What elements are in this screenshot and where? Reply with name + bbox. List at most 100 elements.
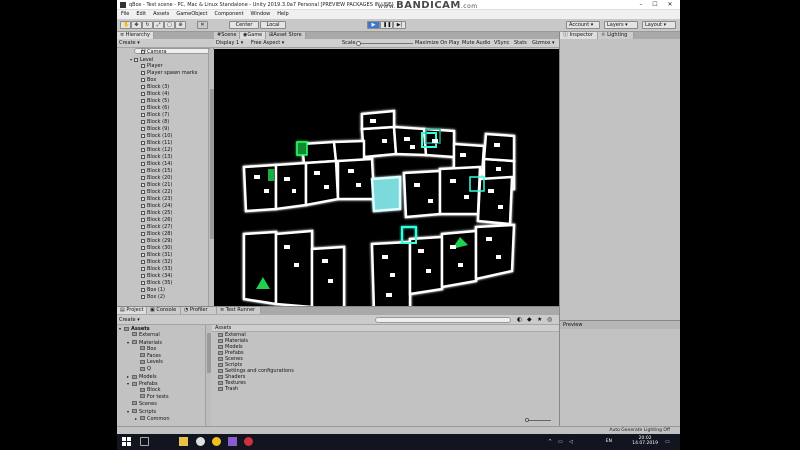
hierarchy-item[interactable]: Block (30)	[117, 245, 208, 252]
project-folder-item[interactable]: External	[117, 332, 210, 339]
filter-by-type-icon[interactable]: ◐	[517, 316, 522, 323]
hierarchy-item[interactable]: Block (20)	[117, 175, 208, 182]
menu-help[interactable]: Help	[273, 10, 291, 17]
hierarchy-item[interactable]: Player	[117, 63, 208, 70]
tab-console[interactable]: ▣ Console	[147, 307, 181, 314]
hierarchy-item[interactable]: Block (9)	[117, 126, 208, 133]
favorites-star-icon[interactable]: ★	[537, 316, 542, 323]
display-dropdown[interactable]: Display 1 ▾	[214, 40, 245, 47]
step-button[interactable]: ▶|	[393, 21, 406, 29]
hierarchy-item[interactable]: Block (32)	[117, 259, 208, 266]
menu-assets[interactable]: Assets	[149, 10, 172, 17]
rotate-tool-icon[interactable]: ↻	[142, 21, 153, 29]
pivot-center-button[interactable]: Center	[229, 21, 259, 29]
icon-size-slider[interactable]	[527, 420, 551, 421]
layout-dropdown[interactable]: Layout ▾	[642, 21, 676, 29]
hierarchy-item[interactable]: ▾ Level	[117, 56, 208, 63]
system-clock[interactable]: 20:02 14.07.2019	[632, 436, 658, 446]
project-tree-scroll-thumb[interactable]	[207, 333, 211, 373]
project-folder-item[interactable]: ▸ Models	[117, 373, 210, 380]
chrome-icon[interactable]	[212, 437, 221, 446]
close-button[interactable]: ✕	[665, 1, 675, 9]
scale-tool-icon[interactable]: ⤢	[153, 21, 164, 29]
hierarchy-item[interactable]: Block (22)	[117, 189, 208, 196]
project-folder-item[interactable]: ▸ Common	[117, 415, 210, 422]
input-language[interactable]: EN	[606, 439, 612, 444]
project-folder-item[interactable]: ▾ Scripts	[117, 408, 210, 415]
menu-gameobject[interactable]: GameObject	[172, 10, 210, 17]
project-folder-item[interactable]: Block	[117, 387, 210, 394]
hierarchy-item[interactable]: Block (29)	[117, 238, 208, 245]
account-dropdown[interactable]: Account ▾	[566, 21, 600, 29]
tab-profiler[interactable]: ◔ Profiler	[181, 307, 217, 314]
project-folder-item[interactable]: ▾ Prefabs	[117, 380, 210, 387]
menu-window[interactable]: Window	[247, 10, 274, 17]
hand-tool-icon[interactable]: ✋	[120, 21, 131, 29]
hierarchy-item[interactable]: Block (13)	[117, 154, 208, 161]
hierarchy-item[interactable]: Block (8)	[117, 119, 208, 126]
hierarchy-item[interactable]: Box (1)	[117, 287, 208, 294]
scale-slider-handle[interactable]	[356, 41, 361, 46]
menu-component[interactable]: Component	[211, 10, 247, 17]
project-create-dropdown[interactable]: Create ▾	[119, 317, 140, 323]
maximize-on-play-toggle[interactable]: Maximize On Play	[413, 40, 462, 47]
minimize-button[interactable]: –	[636, 1, 646, 9]
hierarchy-item[interactable]: Block (27)	[117, 224, 208, 231]
hierarchy-item[interactable]: Block (35)	[117, 280, 208, 287]
layers-dropdown[interactable]: Layers ▾	[604, 21, 638, 29]
hierarchy-item[interactable]: Block (5)	[117, 98, 208, 105]
hierarchy-item[interactable]: Block (23)	[117, 196, 208, 203]
tab-project[interactable]: ▤ Project	[117, 307, 147, 314]
recording-app-icon[interactable]	[244, 437, 253, 446]
game-viewport[interactable]	[214, 49, 559, 306]
hierarchy-item[interactable]: Player spawn marks	[117, 70, 208, 77]
move-tool-icon[interactable]: ✥	[131, 21, 142, 29]
visual-studio-icon[interactable]	[228, 437, 237, 446]
file-explorer-icon[interactable]	[179, 437, 188, 446]
aspect-dropdown[interactable]: Free Aspect ▾	[249, 40, 286, 47]
project-search-input[interactable]	[375, 317, 511, 323]
hierarchy-item[interactable]: Camera	[117, 49, 208, 56]
task-view-icon[interactable]	[140, 437, 149, 446]
hierarchy-item[interactable]: Box	[117, 77, 208, 84]
vsync-toggle[interactable]: VSync	[492, 40, 512, 47]
pivot-local-button[interactable]: Local	[260, 21, 286, 29]
project-folder-item[interactable]: Scenes	[117, 401, 210, 408]
tab-lighting[interactable]: ☼ Lighting	[598, 32, 634, 39]
hierarchy-item[interactable]: Block (11)	[117, 140, 208, 147]
hierarchy-item[interactable]: Block (3)	[117, 84, 208, 91]
transform-tool-icon[interactable]: ⊕	[175, 21, 186, 29]
hierarchy-item[interactable]: Block (15)	[117, 168, 208, 175]
tab-test-runner[interactable]: ≡ Test Runner	[217, 307, 261, 314]
project-folder-item[interactable]: Faces	[117, 353, 210, 360]
gizmos-dropdown[interactable]: Gizmos ▾	[530, 40, 557, 47]
hierarchy-item[interactable]: Box (2)	[117, 294, 208, 301]
hierarchy-item[interactable]: Block (4)	[117, 91, 208, 98]
play-button[interactable]: ▶	[367, 21, 380, 29]
tab-hierarchy[interactable]: ≡ Hierarchy	[117, 32, 154, 39]
project-folder-item[interactable]: Box	[117, 346, 210, 353]
project-folder-item[interactable]: Q	[117, 366, 210, 373]
hierarchy-item[interactable]: Block (21)	[117, 182, 208, 189]
tab-inspector[interactable]: ⓘ Inspector	[560, 32, 598, 39]
pause-button[interactable]: ❚❚	[380, 21, 393, 29]
menu-edit[interactable]: Edit	[132, 10, 149, 17]
tab-asset-store[interactable]: ⊞Asset Store	[266, 32, 306, 39]
asset-item[interactable]: Trash	[212, 386, 559, 392]
hierarchy-item[interactable]: Block (28)	[117, 231, 208, 238]
hierarchy-item[interactable]: Block (33)	[117, 266, 208, 273]
network-icon[interactable]: ▭	[558, 439, 563, 445]
hierarchy-item[interactable]: Block (26)	[117, 217, 208, 224]
hierarchy-item[interactable]: Block (25)	[117, 210, 208, 217]
volume-icon[interactable]: ◁	[569, 439, 573, 445]
hierarchy-item[interactable]: Block (31)	[117, 252, 208, 259]
hierarchy-item[interactable]: Block (6)	[117, 105, 208, 112]
stats-toggle[interactable]: Stats	[512, 40, 529, 47]
filter-by-label-icon[interactable]: ◆	[527, 316, 532, 323]
rect-tool-icon[interactable]: ▢	[164, 21, 175, 29]
project-folder-item[interactable]: Levels	[117, 359, 210, 366]
hierarchy-item[interactable]: Block (24)	[117, 203, 208, 210]
hierarchy-create-dropdown[interactable]: Create ▾	[119, 40, 140, 46]
hierarchy-item[interactable]: Block (34)	[117, 273, 208, 280]
maximize-button[interactable]: ☐	[650, 1, 660, 9]
